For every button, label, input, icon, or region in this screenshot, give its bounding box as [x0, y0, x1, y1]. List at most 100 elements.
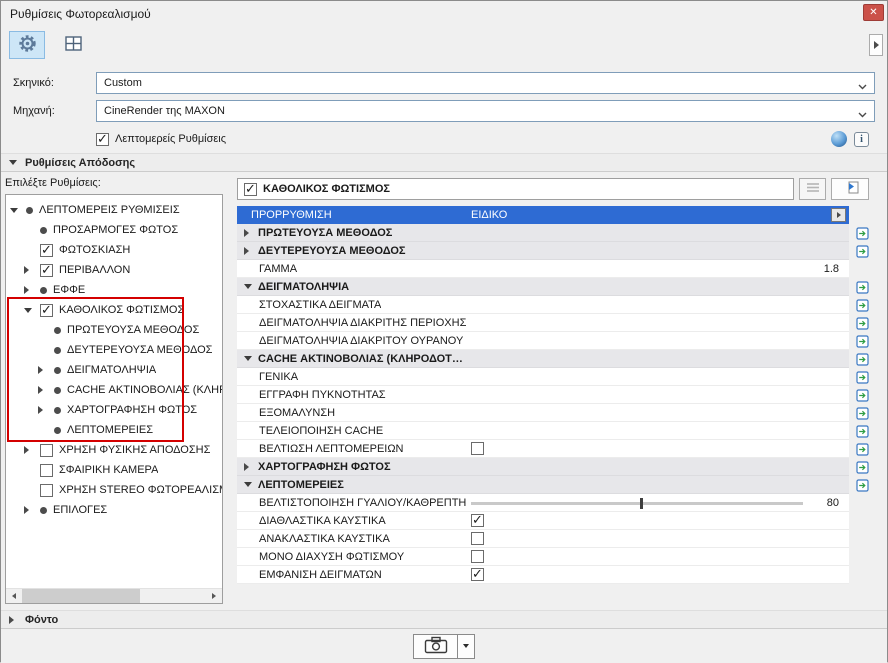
- settings-row[interactable]: ΑΝΑΚΛΑΣΤΙΚΑ ΚΑΥΣΤΙΚΑ: [237, 530, 849, 548]
- settings-row[interactable]: ΓΑΜΜΑ 1.8: [237, 260, 849, 278]
- settings-row[interactable]: ΒΕΛΤΙΣΤΟΠΟΙΗΣΗ ΓΥΑΛΙΟΥ/ΚΑΘΡΕΠΤΗ 80: [237, 494, 849, 512]
- scroll-right-icon[interactable]: [206, 589, 222, 603]
- tree-item-checkbox[interactable]: [40, 242, 53, 258]
- link-settings-icon[interactable]: [849, 440, 869, 458]
- scene-select[interactable]: Custom: [96, 72, 875, 94]
- slider-track[interactable]: [471, 498, 803, 509]
- settings-row[interactable]: ΔΙΑΘΛΑΣΤΙΚΑ ΚΑΥΣΤΙΚΑ: [237, 512, 849, 530]
- expand-icon[interactable]: [24, 266, 40, 274]
- expand-icon[interactable]: [38, 386, 54, 394]
- tree-item[interactable]: ΠΡΩΤΕΥΟΥΣΑ ΜΕΘΟΔΟΣ: [6, 320, 222, 340]
- expand-icon[interactable]: [24, 506, 40, 514]
- settings-checkbox[interactable]: [471, 566, 484, 582]
- link-settings-icon[interactable]: [849, 422, 869, 440]
- layout-settings-tab[interactable]: [55, 31, 91, 59]
- tree-item[interactable]: ΧΑΡΤΟΓΡΑΦΗΣΗ ΦΩΤΟΣ: [6, 400, 222, 420]
- title-bar[interactable]: Ρυθμίσεις Φωτορεαλισμού ✕: [1, 1, 887, 27]
- expand-icon[interactable]: [38, 366, 54, 374]
- link-settings-icon[interactable]: [849, 404, 869, 422]
- render-settings-section-header[interactable]: Ρυθμίσεις Απόδοσης: [1, 153, 887, 172]
- link-settings-icon[interactable]: [849, 332, 869, 350]
- info-icon[interactable]: i: [854, 131, 869, 147]
- panel-title-checkbox[interactable]: [244, 181, 257, 197]
- settings-row[interactable]: ΠΡΟΡΡΥΘΜΙΣΗ ΕΙΔΙΚΟ: [237, 206, 849, 224]
- tree-item-checkbox[interactable]: [40, 302, 53, 318]
- tree-item-checkbox[interactable]: [40, 262, 53, 278]
- settings-row[interactable]: ΓΕΝΙΚΑ: [237, 368, 849, 386]
- link-settings-icon[interactable]: [849, 368, 869, 386]
- import-settings-button[interactable]: [831, 178, 869, 200]
- tree-item[interactable]: ΠΡΟΣΑΡΜΟΓΕΣ ΦΩΤΟΣ: [6, 220, 222, 240]
- link-settings-icon[interactable]: [849, 350, 869, 368]
- tree-item-checkbox[interactable]: [40, 483, 53, 497]
- engine-select[interactable]: CineRender της MAXON: [96, 100, 875, 122]
- settings-row[interactable]: ΔΕΙΓΜΑΤΟΛΗΨΙΑ: [237, 278, 849, 296]
- panel-menu-button[interactable]: [799, 178, 826, 200]
- render-dropdown-button[interactable]: [458, 633, 475, 659]
- tree-item[interactable]: ΣΦΑΙΡΙΚΗ ΚΑΜΕΡΑ: [6, 460, 222, 480]
- tree-item[interactable]: ΚΑΘΟΛΙΚΟΣ ΦΩΤΙΣΜΟΣ: [6, 300, 222, 320]
- settings-checkbox[interactable]: [471, 442, 484, 455]
- settings-row[interactable]: ΜΟΝΟ ΔΙΑΧΥΣΗ ΦΩΤΙΣΜΟΥ: [237, 548, 849, 566]
- tree-item[interactable]: CACHE ΑΚΤΙΝΟΒΟΛΙΑΣ (ΚΛΗΡΟ.: [6, 380, 222, 400]
- link-settings-icon[interactable]: [849, 314, 869, 332]
- settings-row[interactable]: ΤΕΛΕΙΟΠΟΙΗΣΗ CACHE: [237, 422, 849, 440]
- tree-item[interactable]: ΧΡΗΣΗ STEREO ΦΩΤΟΡΕΑΛΙΣΜΟΥ: [6, 480, 222, 500]
- expand-panel-button[interactable]: [869, 34, 883, 56]
- link-settings-icon[interactable]: [849, 386, 869, 404]
- settings-row[interactable]: ΔΕΙΓΜΑΤΟΛΗΨΙΑ ΔΙΑΚΡΙΤΗΣ ΠΕΡΙΟΧΗΣ: [237, 314, 849, 332]
- tree-item-checkbox[interactable]: [40, 443, 53, 457]
- collapse-icon[interactable]: [10, 207, 26, 213]
- settings-row[interactable]: ΒΕΛΤΙΩΣΗ ΛΕΠΤΟΜΕΡΕΙΩΝ: [237, 440, 849, 458]
- expand-icon[interactable]: [24, 446, 40, 454]
- slider-handle[interactable]: [640, 498, 644, 509]
- expand-icon[interactable]: [38, 406, 54, 414]
- expand-icon[interactable]: [244, 246, 258, 255]
- scroll-left-icon[interactable]: [6, 589, 22, 603]
- settings-row[interactable]: ΣΤΟΧΑΣΤΙΚΑ ΔΕΙΓΜΑΤΑ: [237, 296, 849, 314]
- collapse-icon[interactable]: [24, 307, 40, 313]
- link-settings-icon[interactable]: [849, 476, 869, 494]
- settings-row[interactable]: ΔΕΥΤΕΡΕΥΟΥΣΑ ΜΕΘΟΔΟΣ: [237, 242, 849, 260]
- detailed-settings-checkbox[interactable]: [96, 131, 109, 147]
- settings-row[interactable]: ΛΕΠΤΟΜΕΡΕΙΕΣ: [237, 476, 849, 494]
- tree-item[interactable]: ΕΠΙΛΟΓΕΣ: [6, 500, 222, 520]
- settings-row[interactable]: CACHE ΑΚΤΙΝΟΒΟΛΙΑΣ (ΚΛΗΡΟΔΟΤ…: [237, 350, 849, 368]
- tree-item[interactable]: ΧΡΗΣΗ ΦΥΣΙΚΗΣ ΑΠΟΔΟΣΗΣ: [6, 440, 222, 460]
- expand-icon[interactable]: [244, 462, 258, 471]
- settings-row[interactable]: ΕΜΦΑΝΙΣΗ ΔΕΙΓΜΑΤΩΝ: [237, 566, 849, 584]
- render-button[interactable]: [413, 633, 458, 659]
- tree-item[interactable]: ΦΩΤΟΣΚΙΑΣΗ: [6, 240, 222, 260]
- settings-checkbox[interactable]: [471, 550, 484, 563]
- settings-checkbox[interactable]: [471, 532, 484, 545]
- background-section-header[interactable]: Φόντο: [1, 610, 887, 629]
- tree-item[interactable]: ΔΕΥΤΕΡΕΥΟΥΣΑ ΜΕΘΟΔΟΣ: [6, 340, 222, 360]
- link-settings-icon[interactable]: [849, 242, 869, 260]
- tree-item[interactable]: ΔΕΙΓΜΑΤΟΛΗΨΙΑ: [6, 360, 222, 380]
- link-settings-icon[interactable]: [849, 278, 869, 296]
- link-settings-icon[interactable]: [849, 224, 869, 242]
- collapse-icon[interactable]: [244, 284, 258, 289]
- settings-row[interactable]: ΕΓΓΡΑΦΗ ΠΥΚΝΟΤΗΤΑΣ: [237, 386, 849, 404]
- link-settings-icon[interactable]: [849, 296, 869, 314]
- tree-item[interactable]: ΛΕΠΤΟΜΕΡΕΙΕΣ: [6, 420, 222, 440]
- tree-horizontal-scrollbar[interactable]: [6, 588, 222, 603]
- collapse-icon[interactable]: [244, 482, 258, 487]
- tree-item[interactable]: ΕΦΦΕ: [6, 280, 222, 300]
- preset-flyout-button[interactable]: [831, 208, 846, 222]
- settings-row[interactable]: ΕΞΟΜΑΛΥΝΣΗ: [237, 404, 849, 422]
- expand-icon[interactable]: [24, 286, 40, 294]
- collapse-icon[interactable]: [244, 356, 258, 361]
- tree-item[interactable]: ΠΕΡΙΒΑΛΛΟΝ: [6, 260, 222, 280]
- settings-checkbox[interactable]: [471, 512, 484, 528]
- settings-row[interactable]: ΔΕΙΓΜΑΤΟΛΗΨΙΑ ΔΙΑΚΡΙΤΟΥ ΟΥΡΑΝΟΥ: [237, 332, 849, 350]
- tree-item-checkbox[interactable]: [40, 463, 53, 477]
- link-settings-icon[interactable]: [849, 458, 869, 476]
- scrollbar-track[interactable]: [140, 589, 206, 603]
- close-button[interactable]: ✕: [863, 4, 884, 21]
- tree-item[interactable]: ΛΕΠΤΟΜΕΡΕΙΣ ΡΥΘΜΙΣΕΙΣ: [6, 200, 222, 220]
- scrollbar-thumb[interactable]: [22, 589, 140, 603]
- settings-row[interactable]: ΧΑΡΤΟΓΡΑΦΗΣΗ ΦΩΤΟΣ: [237, 458, 849, 476]
- general-settings-tab[interactable]: [9, 31, 45, 59]
- settings-row[interactable]: ΠΡΩΤΕΥΟΥΣΑ ΜΕΘΟΔΟΣ: [237, 224, 849, 242]
